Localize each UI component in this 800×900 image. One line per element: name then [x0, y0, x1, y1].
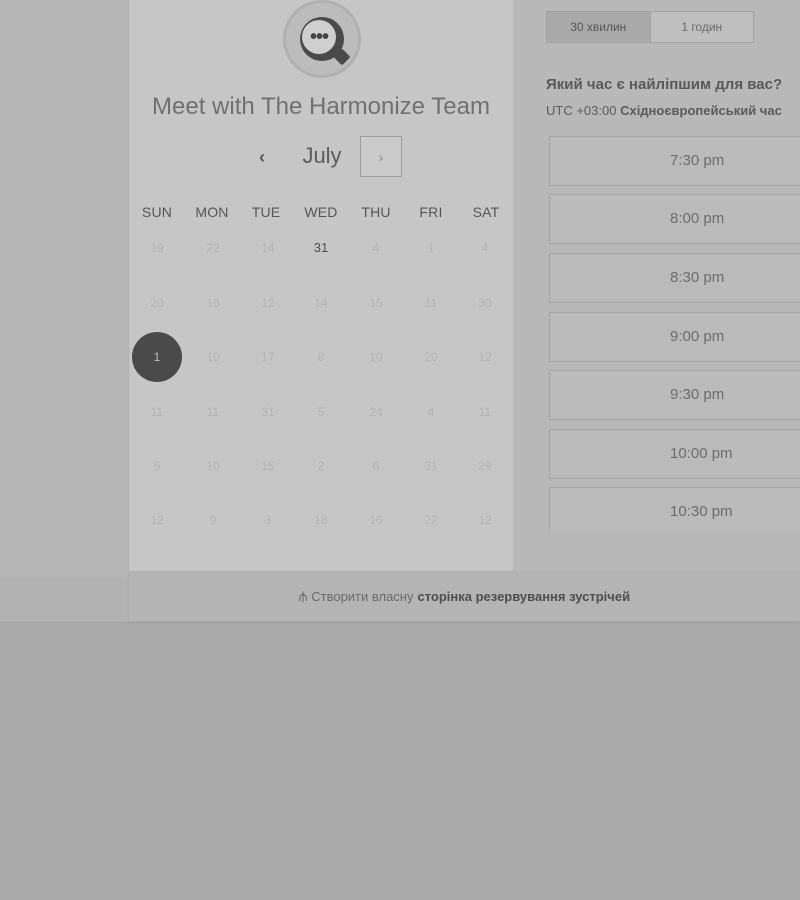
- calendar-day: 5: [317, 405, 325, 419]
- footer-text: Створити власну: [311, 588, 414, 604]
- weekday-wed: WED: [304, 204, 338, 220]
- calendar-day: 10: [369, 350, 383, 364]
- calendar-day: 9: [209, 513, 217, 527]
- calendar-day: 1: [427, 241, 435, 255]
- weekday-sat: SAT: [472, 204, 500, 220]
- team-avatar: •••: [283, 0, 361, 78]
- time-slot[interactable]: 8:30 pm: [549, 253, 800, 303]
- weekday-sun: SUN: [141, 204, 173, 220]
- time-slot[interactable]: 7:30 pm: [549, 136, 800, 186]
- calendar-day: 19: [150, 241, 164, 255]
- calendar-day: 17: [261, 350, 275, 364]
- calendar-day: 29: [478, 459, 492, 473]
- calendar-day: 31: [424, 459, 438, 473]
- time-slot[interactable]: 9:30 pm: [549, 370, 800, 420]
- calendar-day: 11: [478, 405, 492, 419]
- calendar-day: 22: [206, 241, 220, 255]
- calendar-day: 30: [478, 296, 492, 310]
- calendar-day: 5: [153, 459, 161, 473]
- calendar-day: 24: [369, 405, 383, 419]
- calendar-day: 4: [481, 241, 489, 255]
- calendar-day: 15: [369, 296, 383, 310]
- duration-tab-1hour[interactable]: 1 годин: [651, 12, 754, 42]
- timezone-label[interactable]: UTC +03:00 Східноєвропейський час: [546, 103, 782, 118]
- calendar-day: 16: [206, 296, 220, 310]
- calendar-day: 12: [478, 350, 492, 364]
- calendar-day: 14: [261, 241, 275, 255]
- calendar-day: 11: [206, 405, 220, 419]
- meeting-title: Meet with The Harmonize Team: [152, 93, 490, 120]
- calendar-day: 10: [206, 350, 220, 364]
- calendar-day: 2: [317, 459, 325, 473]
- calendar-day-selected[interactable]: 1: [132, 332, 182, 382]
- time-slot[interactable]: 8:00 pm: [549, 194, 800, 244]
- duration-tab-30min[interactable]: 30 хвилин: [547, 12, 651, 42]
- duration-tabs: 30 хвилин 1 годин: [546, 11, 754, 43]
- calendar-day: 6: [372, 459, 380, 473]
- weekday-header: SUN MON TUE WED THU FRI SAT: [129, 204, 513, 222]
- hubspot-sprocket-icon: ⫛: [298, 587, 308, 604]
- time-question: Який час є найліпшим для вас?: [546, 76, 783, 93]
- calendar-day: 11: [150, 405, 164, 419]
- calendar-day: 20: [150, 296, 164, 310]
- weekday-thu: THU: [361, 204, 391, 220]
- time-slot[interactable]: 10:00 pm: [549, 429, 800, 479]
- calendar-day: 11: [424, 296, 438, 310]
- calendar-day: 8: [317, 350, 325, 364]
- calendar-day: 12: [150, 513, 164, 527]
- calendar-day-available[interactable]: 31: [297, 224, 345, 272]
- calendar-day: 31: [261, 405, 275, 419]
- calendar-day: 4: [372, 241, 380, 255]
- calendar-day: 15: [261, 459, 275, 473]
- calendar-day: 18: [314, 513, 328, 527]
- weekday-tue: TUE: [251, 204, 281, 220]
- footer-link[interactable]: сторінка резервування зустрічей: [418, 589, 631, 604]
- ellipsis-icon: •••: [302, 20, 336, 54]
- timezone-name: Східноєвропейський час: [620, 103, 782, 118]
- calendar-day: 12: [261, 296, 275, 310]
- calendar-day: 20: [424, 350, 438, 364]
- calendar-day: 10: [206, 459, 220, 473]
- calendar-day: 12: [478, 513, 492, 527]
- calendar-day: 22: [424, 513, 438, 527]
- calendar-day: 3: [264, 513, 272, 527]
- calendar-day: 4: [427, 405, 435, 419]
- month-label: July: [302, 143, 342, 168]
- calendar-day: 14: [314, 296, 328, 310]
- time-slot[interactable]: 9:00 pm: [549, 312, 800, 362]
- weekday-fri: FRI: [419, 204, 443, 220]
- footer: ⫛ Створити власну сторінка резервування …: [129, 571, 800, 621]
- next-month-button[interactable]: ›: [360, 136, 402, 177]
- time-slot-list: 7:30 pm 8:00 pm 8:30 pm 9:00 pm 9:30 pm …: [549, 136, 800, 532]
- weekday-mon: MON: [195, 204, 229, 220]
- timezone-offset: UTC +03:00: [546, 103, 617, 118]
- time-slot[interactable]: 10:30 pm: [549, 487, 800, 532]
- prev-month-button[interactable]: ‹: [244, 145, 280, 169]
- calendar-day: 16: [369, 513, 383, 527]
